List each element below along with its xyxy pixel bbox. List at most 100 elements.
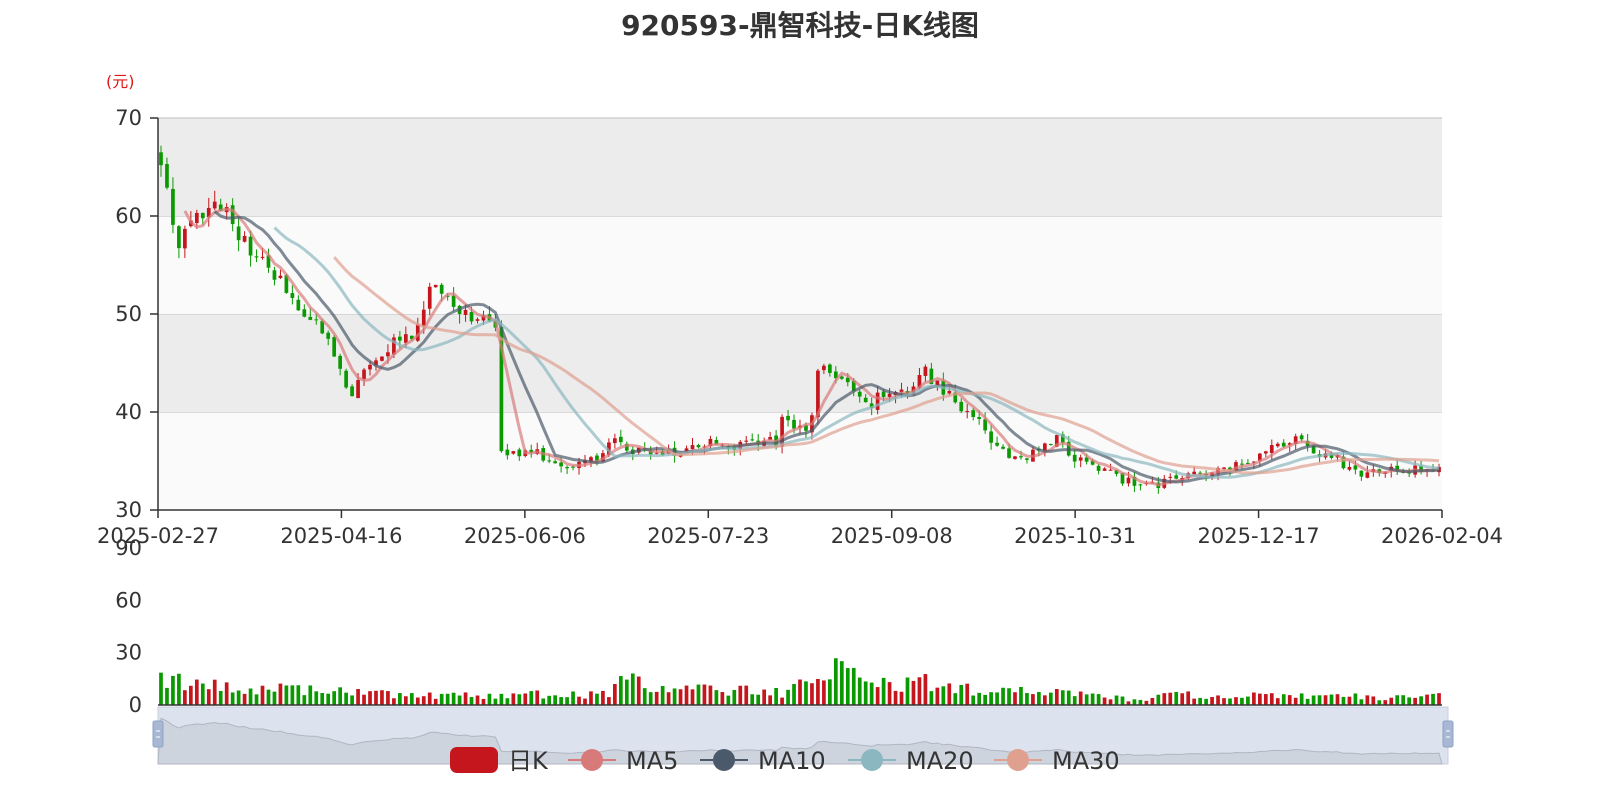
- legend-item-ma20[interactable]: MA20: [848, 747, 974, 775]
- candle-body: [828, 364, 832, 373]
- navigator-right-handle[interactable]: [1442, 720, 1454, 748]
- volume-bar: [810, 683, 814, 705]
- volume-bar: [1204, 698, 1208, 705]
- volume-bar: [708, 685, 713, 705]
- volume-bar: [547, 695, 552, 705]
- volume-bar: [589, 691, 593, 705]
- volume-bar: [439, 693, 444, 705]
- candle-body: [881, 391, 886, 397]
- volume-bar: [1120, 696, 1125, 705]
- volume-bar: [732, 689, 737, 705]
- volume-bar: [1054, 688, 1059, 705]
- volume-bar: [236, 690, 241, 705]
- candle-body: [1078, 457, 1083, 461]
- candle-body: [177, 226, 181, 249]
- volume-bar: [1335, 694, 1340, 705]
- volume-bar: [905, 677, 910, 705]
- candle-body: [421, 309, 426, 327]
- date-tick-label: 2025-02-27: [97, 524, 219, 548]
- volume-bar: [1359, 699, 1364, 705]
- date-tick-label: 2025-09-08: [831, 524, 953, 548]
- volume-bar: [678, 689, 683, 705]
- navigator-left-handle[interactable]: [152, 720, 164, 748]
- candle-body: [1281, 442, 1286, 447]
- price-grid-bands: [158, 117, 1442, 510]
- candle-body: [1096, 465, 1101, 471]
- candle-body: [254, 256, 259, 258]
- volume-bar: [1007, 688, 1011, 705]
- volume-bar: [1222, 698, 1226, 705]
- volume-bar: [780, 697, 784, 705]
- candle-body: [451, 295, 456, 307]
- volume-bar: [851, 667, 856, 705]
- volume-bar: [1323, 695, 1328, 705]
- volume-bar: [1078, 691, 1083, 705]
- candle-body: [995, 442, 999, 446]
- volume-bar: [1252, 692, 1256, 705]
- candle-body: [1013, 456, 1017, 459]
- legend-item-ma10[interactable]: MA10: [700, 747, 826, 775]
- volume-bar: [1353, 693, 1358, 705]
- volume-bar: [296, 685, 301, 705]
- volume-bar: [630, 673, 635, 705]
- volume-bar: [1299, 693, 1304, 705]
- volume-bar: [1329, 694, 1334, 705]
- legend-dot-icon: [1007, 749, 1029, 771]
- volume-bar: [1275, 698, 1280, 705]
- candle-body: [439, 284, 444, 294]
- candle-body: [792, 419, 796, 429]
- volume-bar: [660, 686, 665, 705]
- volume-bar: [1043, 695, 1047, 705]
- candle-body: [344, 370, 348, 388]
- volume-bar: [1037, 692, 1041, 705]
- candle-body: [613, 438, 617, 444]
- volume-bar: [392, 698, 396, 705]
- volume-bar: [481, 698, 486, 705]
- price-band: [158, 216, 1442, 314]
- volume-bar: [421, 696, 426, 705]
- volume-bar: [690, 689, 695, 705]
- candle-body: [965, 411, 970, 413]
- volume-bar: [1150, 697, 1155, 705]
- volume-bar: [839, 661, 844, 705]
- volume-bar: [720, 692, 725, 705]
- candle-body: [1126, 477, 1131, 484]
- legend-item-ma30[interactable]: MA30: [994, 747, 1120, 775]
- volume-bar: [1389, 697, 1394, 705]
- volume-bar: [911, 680, 916, 705]
- candle-body: [398, 336, 402, 341]
- volume-bar: [457, 695, 462, 705]
- candle-body: [505, 449, 510, 456]
- candle-body: [1347, 466, 1352, 470]
- volume-bar: [648, 692, 653, 705]
- candle-body: [559, 462, 563, 467]
- volume-bar: [463, 692, 468, 705]
- volume-bar: [899, 691, 904, 705]
- volume-bar: [1001, 687, 1005, 705]
- volume-bar: [1431, 693, 1435, 705]
- legend-candle-icon: [450, 747, 498, 773]
- candle-body: [386, 352, 390, 357]
- volume-bar: [171, 675, 175, 705]
- volume-bar: [595, 693, 599, 705]
- volume-bar: [1090, 693, 1095, 705]
- volume-bar: [362, 694, 366, 705]
- volume-bar: [403, 696, 408, 705]
- volume-bar: [254, 694, 259, 705]
- volume-bar: [1192, 698, 1197, 705]
- candle-body: [571, 466, 575, 468]
- volume-bar: [1198, 697, 1202, 705]
- volume-bar: [726, 695, 731, 705]
- volume-bar: [744, 685, 749, 705]
- volume-bar: [672, 688, 677, 705]
- volume-bar: [1341, 696, 1346, 705]
- volume-bar: [1180, 693, 1185, 705]
- volume-bar: [433, 698, 438, 705]
- volume-bar: [290, 685, 295, 705]
- candle-body: [547, 460, 552, 462]
- volume-bar: [696, 684, 701, 705]
- volume-axis: 9060300: [115, 536, 142, 717]
- volume-bar: [1108, 699, 1113, 705]
- candle-body: [380, 356, 384, 361]
- volume-bar: [971, 695, 976, 705]
